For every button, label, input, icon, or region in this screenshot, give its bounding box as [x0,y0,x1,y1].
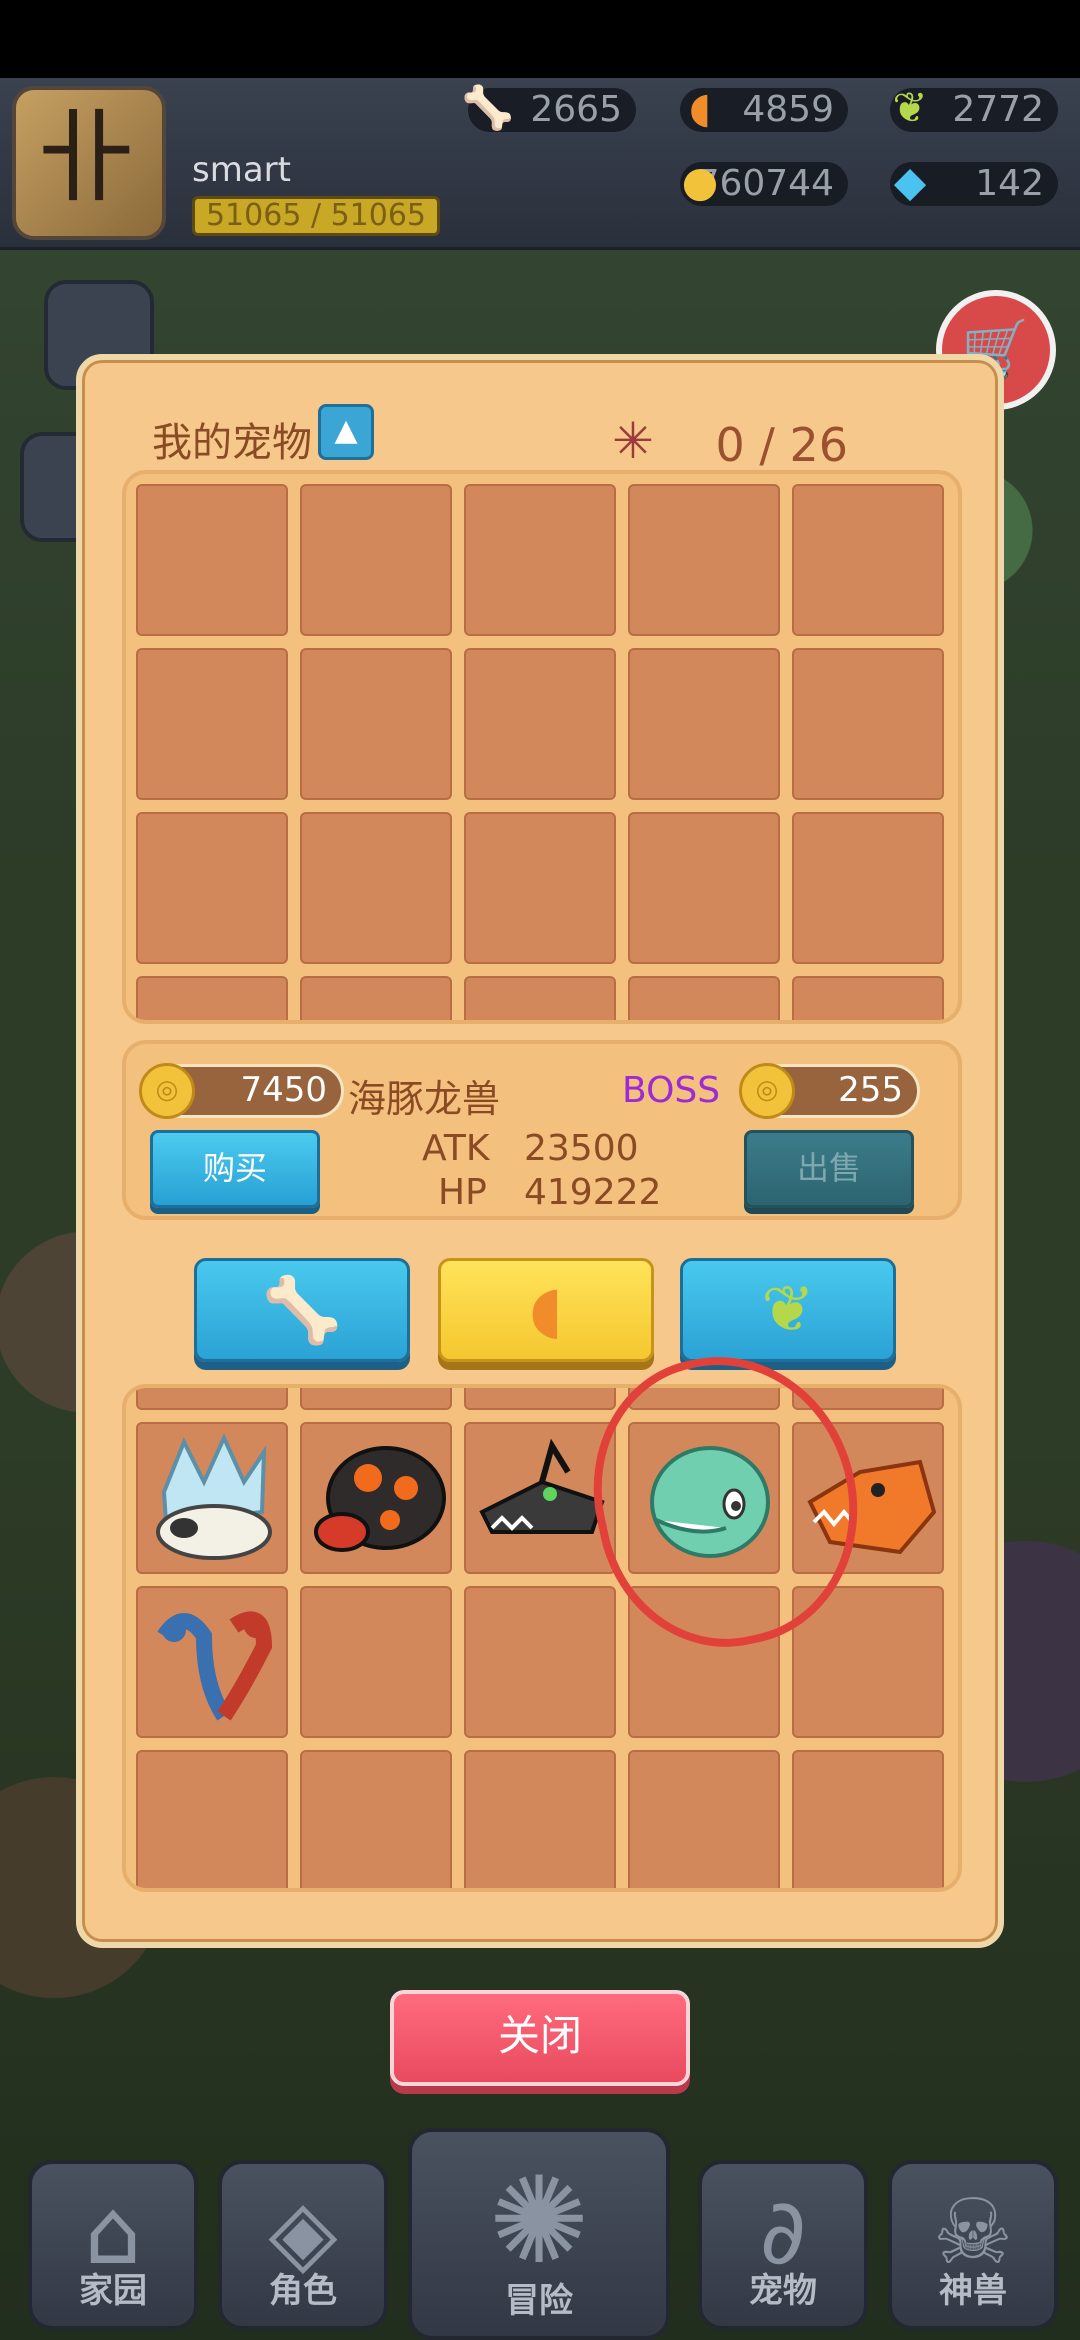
hp-value: 419222 [524,1172,662,1213]
pet-slot[interactable] [792,1750,944,1888]
boss-tag: BOSS [622,1070,721,1111]
pet-panel: 我的宠物 ▲ ✳ 0 / 26 ◎ 7450 海豚龙兽 BOSS ◎ 255 购… [76,354,1004,1948]
sell-button[interactable]: 出售 [744,1130,914,1208]
pet-slot[interactable] [300,648,452,800]
pet-slot[interactable] [300,1586,452,1738]
pet-slot[interactable] [300,1750,452,1888]
pet-slot[interactable] [628,976,780,1020]
pet-slot[interactable] [628,648,780,800]
gold-resource: ● 760744 [680,160,848,206]
pet-slot[interactable] [300,484,452,636]
leaf-icon: ❦ [761,1273,815,1347]
dark-croc-icon [479,1438,605,1534]
avatar[interactable]: 卝 [12,86,166,240]
pet-slot[interactable] [464,1750,616,1888]
tab-claw[interactable]: ◖ [438,1258,654,1362]
pet-capacity: 0 / 26 [715,418,848,472]
nav-label: 角色 [269,2271,337,2311]
top-hud: 卝 smart 51065 / 51065 🦴 2665 ◖ 4859 ❦ 27… [0,78,1080,250]
pet-name: 海豚龙兽 [348,1077,501,1121]
pet-slot[interactable] [628,484,780,636]
atk-value: 23500 [524,1128,639,1169]
pet-slot[interactable] [136,976,288,1020]
buy-price: ◎ 7450 [139,1063,344,1119]
collapse-toggle-button[interactable]: ▲ [318,404,374,460]
pet-slot[interactable] [792,976,944,1020]
pet-slot[interactable] [792,812,944,964]
nav-character[interactable]: ◈ 角色 [218,2160,388,2330]
leaf-resource: ❦ 2772 [890,86,1058,132]
username: smart [192,150,291,190]
bottom-nav: ⌂ 家园 ◈ 角色 ✺ 冒险 ∂ 宠物 ☠ 神兽 [0,2128,1080,2340]
lava-beast-icon [314,1446,446,1552]
pet-slot[interactable] [300,812,452,964]
hp-bar: 51065 / 51065 [192,196,440,236]
bone-icon: 🦴 [262,1273,342,1348]
nav-divine-beast[interactable]: ☠ 神兽 [888,2160,1058,2330]
panel-title: 我的宠物 [152,420,312,466]
claw-resource: ◖ 4859 [680,86,848,132]
gem-count: 142 [975,163,1044,204]
nav-label: 神兽 [939,2271,1007,2311]
pet-slot[interactable] [792,648,944,800]
bone-icon: 🦴 [461,83,515,132]
pet-slot[interactable] [136,1750,288,1888]
paw-icon: ✺ [488,2152,590,2291]
leaf-icon: ❦ [892,83,928,132]
pet-slot[interactable] [628,812,780,964]
nav-label: 家园 [79,2271,147,2311]
atk-label: ATK [422,1128,490,1169]
pet-slot[interactable] [136,1388,288,1410]
pet-slot[interactable] [464,1586,616,1738]
claw-icon: ◖ [688,83,712,132]
twin-hydra-icon [157,1611,273,1721]
pet-slot[interactable] [300,976,452,1020]
gold-coin-icon: ◎ [739,1063,795,1119]
pet-slot[interactable] [464,648,616,800]
gold-coin-icon: ◎ [139,1063,195,1119]
spider-web-icon: ✳ [612,412,654,470]
pet-slot-ice-beast[interactable] [136,1422,288,1574]
pet-slot-twin-hydra[interactable] [136,1586,288,1738]
pet-slot[interactable] [464,484,616,636]
buy-price-value: 7450 [240,1070,327,1110]
pet-slot[interactable] [136,648,288,800]
pet-slot[interactable] [300,1388,452,1410]
tab-leaf[interactable]: ❦ [680,1258,896,1362]
bone-count: 2665 [530,89,622,130]
owned-pets-grid [122,470,962,1024]
pet-slot-lava-beast[interactable] [300,1422,452,1574]
pet-slot[interactable] [464,1388,616,1410]
pet-slot[interactable] [136,484,288,636]
gem-icon: ◆ [893,157,927,206]
claw-icon: ◖ [529,1273,563,1347]
gem-resource: ◆ 142 [890,160,1058,206]
gold-coin-icon: ● [681,157,719,206]
close-button[interactable]: 关闭 [390,1990,690,2086]
ice-beast-icon [156,1433,272,1560]
nav-pets[interactable]: ∂ 宠物 [698,2160,868,2330]
claw-count: 4859 [742,89,834,130]
nav-label: 宠物 [749,2271,817,2311]
pet-slot[interactable] [792,484,944,636]
pet-slot[interactable] [464,976,616,1020]
hp-label: HP [438,1172,487,1213]
avatar-glyph: 卝 [36,99,136,216]
bone-resource: 🦴 2665 [462,86,636,132]
pet-slot[interactable] [464,812,616,964]
nav-adventure[interactable]: ✺ 冒险 [408,2128,670,2340]
nav-home[interactable]: ⌂ 家园 [28,2160,198,2330]
tab-bone[interactable]: 🦴 [194,1258,410,1362]
nav-label: 冒险 [505,2281,573,2321]
pet-slot[interactable] [628,1750,780,1888]
sell-price-value: 255 [838,1070,903,1110]
selected-pet-info: ◎ 7450 海豚龙兽 BOSS ◎ 255 购买 ATK 23500 HP 4… [122,1040,962,1220]
pet-slot[interactable] [136,812,288,964]
sell-price: ◎ 255 [739,1063,920,1119]
leaf-count: 2772 [952,89,1044,130]
buy-button[interactable]: 购买 [150,1130,320,1208]
